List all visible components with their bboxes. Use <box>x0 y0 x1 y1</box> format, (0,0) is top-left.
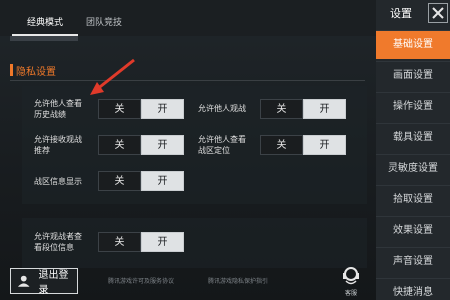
sidebar-item-graphics[interactable]: 画面设置 <box>376 61 450 90</box>
sidebar-item-pickup[interactable]: 拾取设置 <box>376 185 450 214</box>
sidebar-item-basic[interactable]: 基础设置 <box>376 30 450 59</box>
user-icon <box>17 275 30 287</box>
settings-title: 设置 <box>390 7 412 20</box>
customer-service-icon[interactable] <box>340 265 362 287</box>
sidebar-item-controls[interactable]: 操作设置 <box>376 92 450 121</box>
privacy-policy-link[interactable]: 腾讯游戏隐私保护指引 <box>208 276 268 285</box>
sidebar-item-effects[interactable]: 效果设置 <box>376 216 450 245</box>
sidebar-item-sound[interactable]: 声音设置 <box>376 247 450 276</box>
logout-button[interactable]: 退出登录 <box>10 268 78 296</box>
customer-service-label: 客服 <box>344 290 357 297</box>
sidebar-item-vehicle[interactable]: 载具设置 <box>376 123 450 152</box>
settings-screen: 经典模式 团队竞技 隐私设置 允许他人查看 历史战绩 关 开 允许他人观战 关 … <box>0 0 450 300</box>
close-icon[interactable] <box>428 3 448 23</box>
sidebar-item-quick-message[interactable]: 快捷消息 <box>376 278 450 300</box>
sidebar-item-sensitivity[interactable]: 灵敏度设置 <box>376 154 450 183</box>
service-agreement-link[interactable]: 腾讯游戏许可及服务协议 <box>108 276 174 285</box>
logout-label: 退出登录 <box>38 270 69 296</box>
